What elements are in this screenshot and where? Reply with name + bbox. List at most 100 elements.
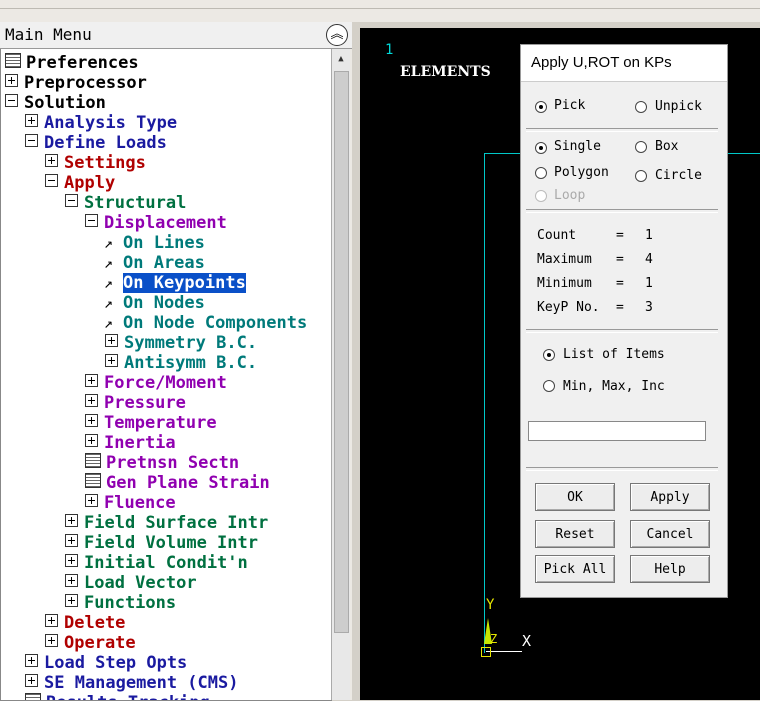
expand-plus-icon[interactable] <box>25 674 38 687</box>
list-of-items-label: List of Items <box>563 347 665 362</box>
expand-plus-icon[interactable] <box>65 594 78 607</box>
tree-item-label: Define Loads <box>44 133 167 153</box>
tree-item-apply[interactable]: Apply <box>45 173 115 193</box>
collapse-minus-icon[interactable] <box>45 174 58 187</box>
tree-item-preferences[interactable]: Preferences <box>5 53 139 73</box>
pick-all-button[interactable]: Pick All <box>535 555 615 583</box>
expand-plus-icon[interactable] <box>45 634 58 647</box>
single-radio[interactable] <box>535 142 547 154</box>
scrollbar-thumb[interactable] <box>334 71 349 633</box>
expand-plus-icon[interactable] <box>65 554 78 567</box>
expand-plus-icon[interactable] <box>45 154 58 167</box>
tree-item-on-lines[interactable]: ↗ On Lines <box>104 233 205 253</box>
expand-plus-icon[interactable] <box>5 74 18 87</box>
tree-item-symmetry-bc[interactable]: Symmetry B.C. <box>105 333 257 353</box>
single-label: Single <box>554 139 601 154</box>
collapse-minus-icon[interactable] <box>5 94 18 107</box>
pick-list-input[interactable] <box>528 421 706 441</box>
separator <box>526 329 718 333</box>
help-button[interactable]: Help <box>630 555 710 583</box>
tree-item-on-nodes[interactable]: ↗ On Nodes <box>104 293 205 313</box>
box-radio[interactable] <box>635 141 647 153</box>
tree-item-initial-condit[interactable]: Initial Condit'n <box>65 553 248 573</box>
collapse-minus-icon[interactable] <box>25 134 38 147</box>
maximum-label: Maximum <box>537 252 592 267</box>
tree-item-field-surface-intr[interactable]: Field Surface Intr <box>65 513 268 533</box>
min-max-inc-radio[interactable] <box>543 380 555 392</box>
apply-u-rot-dialog: Apply U,ROT on KPs Pick Unpick Single Bo… <box>520 44 728 598</box>
tree-item-force-moment[interactable]: Force/Moment <box>85 373 227 393</box>
tree-item-pretnsn-sectn[interactable]: Pretnsn Sectn <box>85 453 239 473</box>
menu-scrollbar[interactable]: ▲ <box>331 49 350 700</box>
tree-item-gen-plane-strain[interactable]: Gen Plane Strain <box>85 473 270 493</box>
collapse-menu-button[interactable]: ︽ <box>326 24 348 46</box>
cancel-button[interactable]: Cancel <box>630 520 710 548</box>
expand-plus-icon[interactable] <box>25 654 38 667</box>
tree-item-solution[interactable]: Solution <box>5 93 106 113</box>
tree-item-on-areas[interactable]: ↗ On Areas <box>104 253 205 273</box>
tree-item-label: Delete <box>64 613 126 633</box>
expand-plus-icon[interactable] <box>25 114 38 127</box>
tree-item-operate[interactable]: Operate <box>45 633 136 653</box>
tree-item-label: Apply <box>64 173 116 193</box>
tree-item-inertia[interactable]: Inertia <box>85 433 176 453</box>
expand-plus-icon[interactable] <box>65 514 78 527</box>
reset-button[interactable]: Reset <box>535 520 615 548</box>
expand-plus-icon[interactable] <box>105 334 118 347</box>
tree-item-label: Structural <box>84 193 187 213</box>
expand-plus-icon[interactable] <box>85 434 98 447</box>
tree-item-field-volume-intr[interactable]: Field Volume Intr <box>65 533 258 553</box>
grid-icon <box>85 473 101 488</box>
tree-item-label: Fluence <box>104 493 176 513</box>
tree-item-on-node-components[interactable]: ↗ On Node Components <box>104 313 307 333</box>
axis-x-label: X <box>522 632 532 650</box>
expand-plus-icon[interactable] <box>45 614 58 627</box>
tree-item-label: Settings <box>64 153 146 173</box>
tree-item-settings[interactable]: Settings <box>45 153 146 173</box>
collapse-minus-icon[interactable] <box>65 194 78 207</box>
pick-arrow-icon: ↗ <box>104 314 114 332</box>
pick-radio[interactable] <box>535 101 547 113</box>
tree-item-on-keypoints[interactable]: ↗ On Keypoints <box>104 273 246 293</box>
tree-item-pressure[interactable]: Pressure <box>85 393 186 413</box>
expand-plus-icon[interactable] <box>85 414 98 427</box>
tree-item-se-management[interactable]: SE Management (CMS) <box>25 673 238 693</box>
tree-item-load-step-opts[interactable]: Load Step Opts <box>25 653 187 673</box>
tree-item-label: Pressure <box>104 393 186 413</box>
expand-plus-icon[interactable] <box>85 374 98 387</box>
polygon-radio[interactable] <box>535 167 547 179</box>
expand-plus-icon[interactable] <box>65 534 78 547</box>
tree-item-delete[interactable]: Delete <box>45 613 125 633</box>
loop-radio[interactable] <box>535 190 547 202</box>
tree-item-displacement[interactable]: Displacement <box>85 213 227 233</box>
tree-item-load-vector[interactable]: Load Vector <box>65 573 197 593</box>
tree-item-analysis-type[interactable]: Analysis Type <box>25 113 177 133</box>
expand-plus-icon[interactable] <box>65 574 78 587</box>
plot-label: ELEMENTS <box>400 64 491 80</box>
list-of-items-radio[interactable] <box>543 349 555 361</box>
box-label: Box <box>655 139 679 154</box>
expand-plus-icon[interactable] <box>105 354 118 367</box>
tree-item-fluence[interactable]: Fluence <box>85 493 176 513</box>
tree-item-temperature[interactable]: Temperature <box>85 413 217 433</box>
pick-arrow-icon: ↗ <box>104 294 114 312</box>
separator <box>526 467 718 471</box>
tree-item-label: On Nodes <box>123 293 205 313</box>
tree-item-antisymm-bc[interactable]: Antisymm B.C. <box>105 353 257 373</box>
collapse-minus-icon[interactable] <box>85 214 98 227</box>
double-chevron-up-icon: ︽ <box>330 27 344 42</box>
circle-radio[interactable] <box>635 170 647 182</box>
tree-item-functions[interactable]: Functions <box>65 593 176 613</box>
tree-item-preprocessor[interactable]: Preprocessor <box>5 73 147 93</box>
scroll-up-arrow-icon[interactable]: ▲ <box>332 51 350 67</box>
expand-plus-icon[interactable] <box>85 394 98 407</box>
ok-button[interactable]: OK <box>535 483 615 511</box>
tree-item-label: Operate <box>64 633 136 653</box>
tree-item-define-loads[interactable]: Define Loads <box>25 133 167 153</box>
model-edge-vertical <box>484 153 485 653</box>
unpick-radio[interactable] <box>635 101 647 113</box>
apply-button[interactable]: Apply <box>630 483 710 511</box>
tree-item-structural[interactable]: Structural <box>65 193 186 213</box>
expand-plus-icon[interactable] <box>85 494 98 507</box>
tree-item-label: On Areas <box>123 253 205 273</box>
